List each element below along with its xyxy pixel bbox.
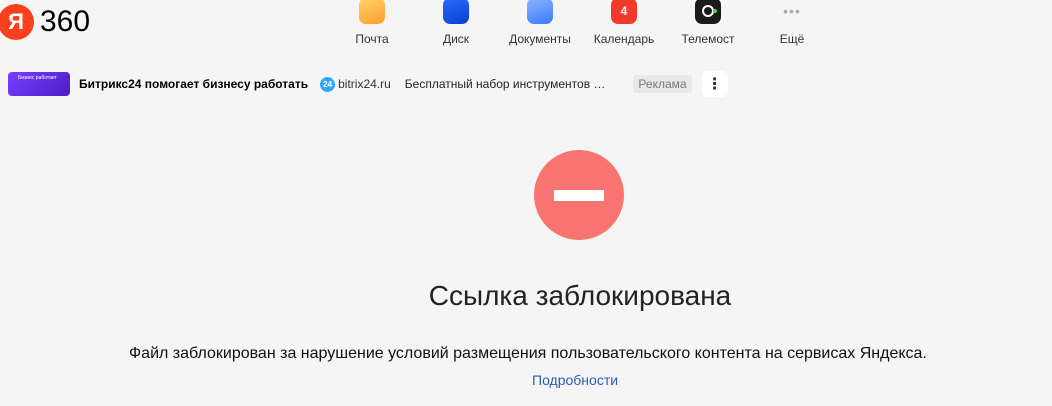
details-link[interactable]: Подробности [532,372,618,388]
logo-360-text: 360 [40,5,91,38]
bitrix24-icon: 24 [320,76,336,92]
yandex-360-logo[interactable]: Я 360 [0,4,90,40]
ad-domain-text: bitrix24.ru [338,77,391,91]
service-documents-label: Документы [509,32,571,46]
service-documents[interactable]: Документы [498,0,582,46]
block-description: Файл заблокирован за нарушение условий р… [129,345,927,362]
services-nav: Почта Диск Документы 4 Календарь Телемос… [330,0,834,46]
more-dots-icon: ••• [783,3,801,19]
ad-menu-button[interactable]: ⋮ [701,71,728,97]
service-disk[interactable]: Диск [414,0,498,46]
service-telemost[interactable]: Телемост [666,0,750,46]
disk-icon [443,0,469,24]
blocked-icon [534,150,624,240]
service-mail[interactable]: Почта [330,0,414,46]
service-more[interactable]: ••• Ещё [750,0,834,46]
service-telemost-label: Телемост [681,32,735,46]
mail-icon [359,0,385,24]
calendar-icon: 4 [611,0,637,24]
service-disk-label: Диск [442,32,470,46]
telemost-icon [695,0,721,24]
ad-thumbnail[interactable]: Бизнес работает [8,72,70,96]
ad-banner[interactable]: Бизнес работает Битрикс24 помогает бизне… [8,70,778,98]
service-mail-label: Почта [355,32,389,46]
service-more-label: Ещё [779,32,805,46]
ad-thumbnail-text: Бизнес работает [18,75,57,81]
ad-title[interactable]: Битрикс24 помогает бизнесу работать [79,77,308,91]
ad-description[interactable]: Бесплатный набор инструментов … [405,77,606,91]
yandex-logo-mark: Я [0,4,34,40]
ad-domain[interactable]: 24 bitrix24.ru [320,76,391,92]
documents-icon [527,0,553,24]
service-calendar-label: Календарь [593,32,655,46]
service-calendar[interactable]: 4 Календарь [582,0,666,46]
ad-label-badge: Реклама [633,75,692,93]
page-title: Ссылка заблокирована [428,280,732,311]
